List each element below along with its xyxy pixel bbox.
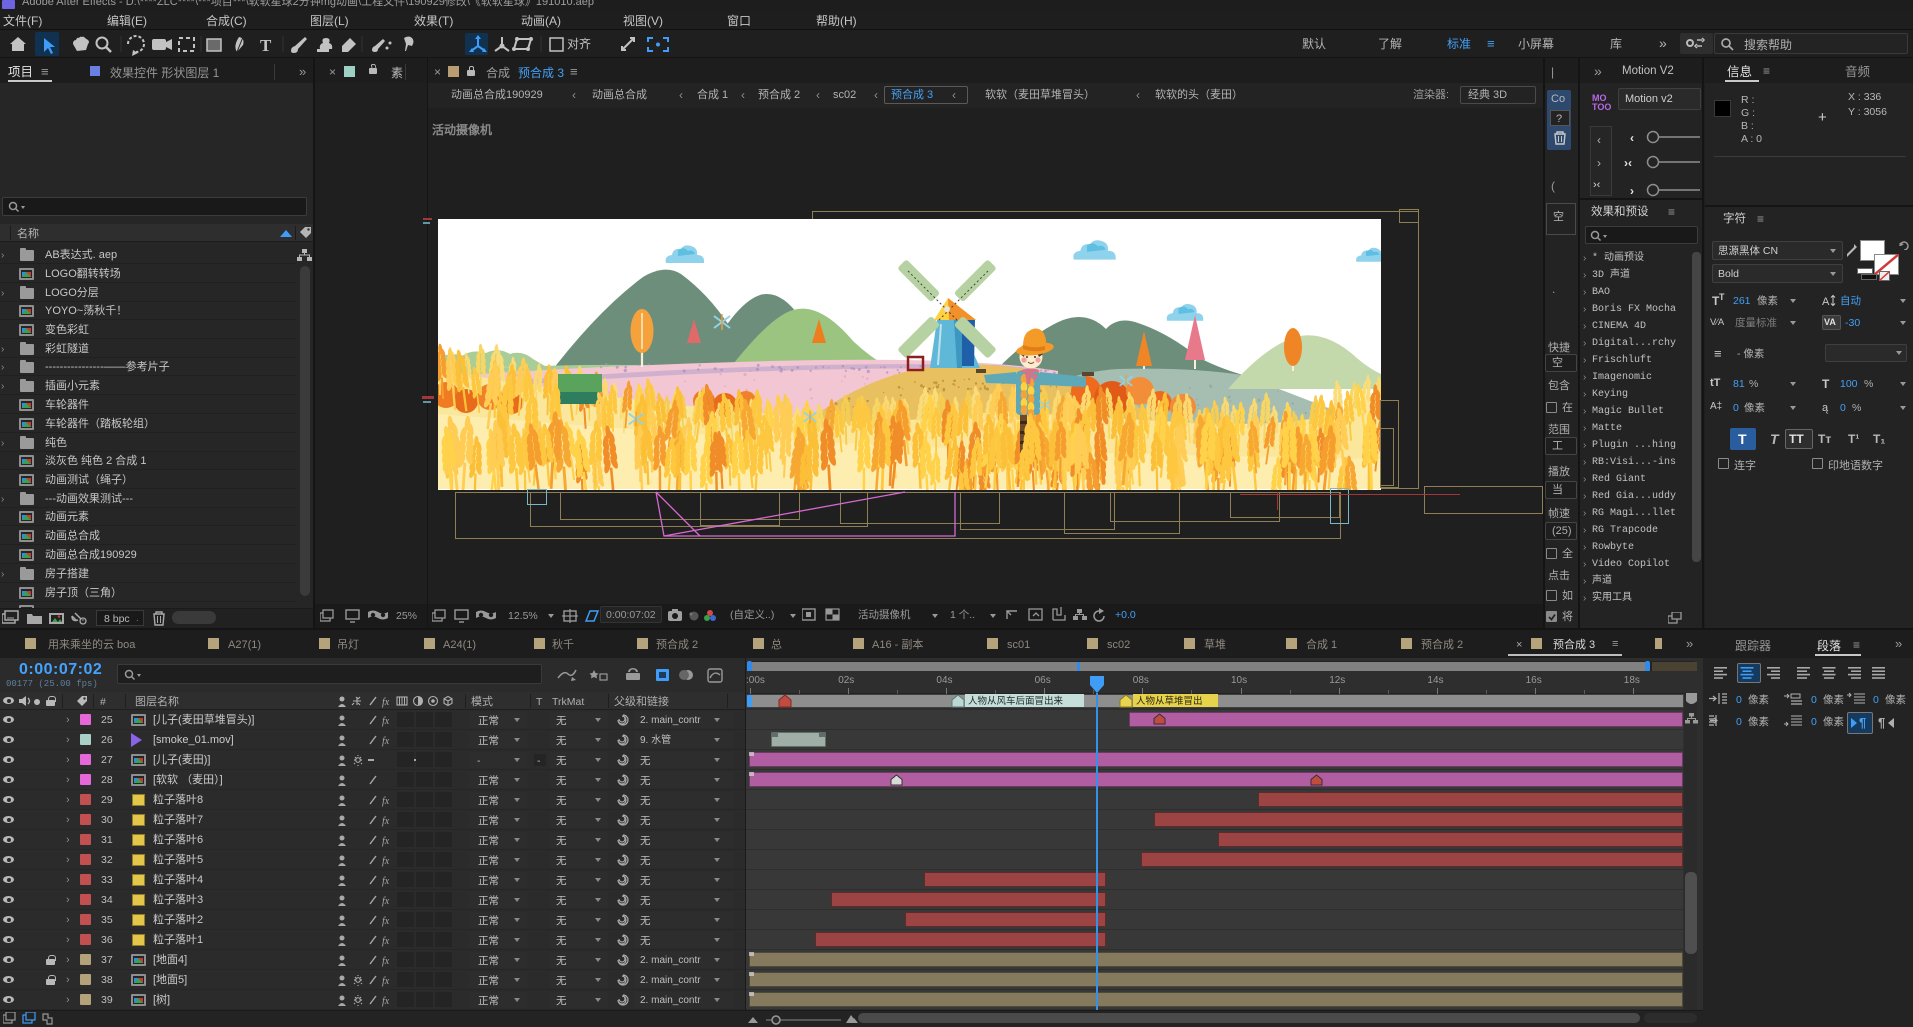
svg-text:fx: fx — [382, 796, 390, 807]
svg-text:A: A — [1822, 296, 1830, 307]
svg-text:fx: fx — [382, 697, 390, 708]
svg-text:fx: fx — [382, 916, 390, 927]
svg-text:fx: fx — [382, 876, 390, 887]
svg-text:fx: fx — [382, 736, 390, 747]
svg-text:fx: fx — [382, 716, 390, 727]
svg-text:fx: fx — [382, 816, 390, 827]
svg-text:fx: fx — [382, 996, 390, 1007]
svg-text:fx: fx — [382, 956, 390, 967]
svg-text:fx: fx — [382, 856, 390, 867]
svg-text:fx: fx — [382, 976, 390, 987]
svg-text:T: T — [260, 36, 272, 55]
svg-text:fx: fx — [382, 836, 390, 847]
svg-text:fx: fx — [382, 896, 390, 907]
svg-text:fx: fx — [382, 936, 390, 947]
